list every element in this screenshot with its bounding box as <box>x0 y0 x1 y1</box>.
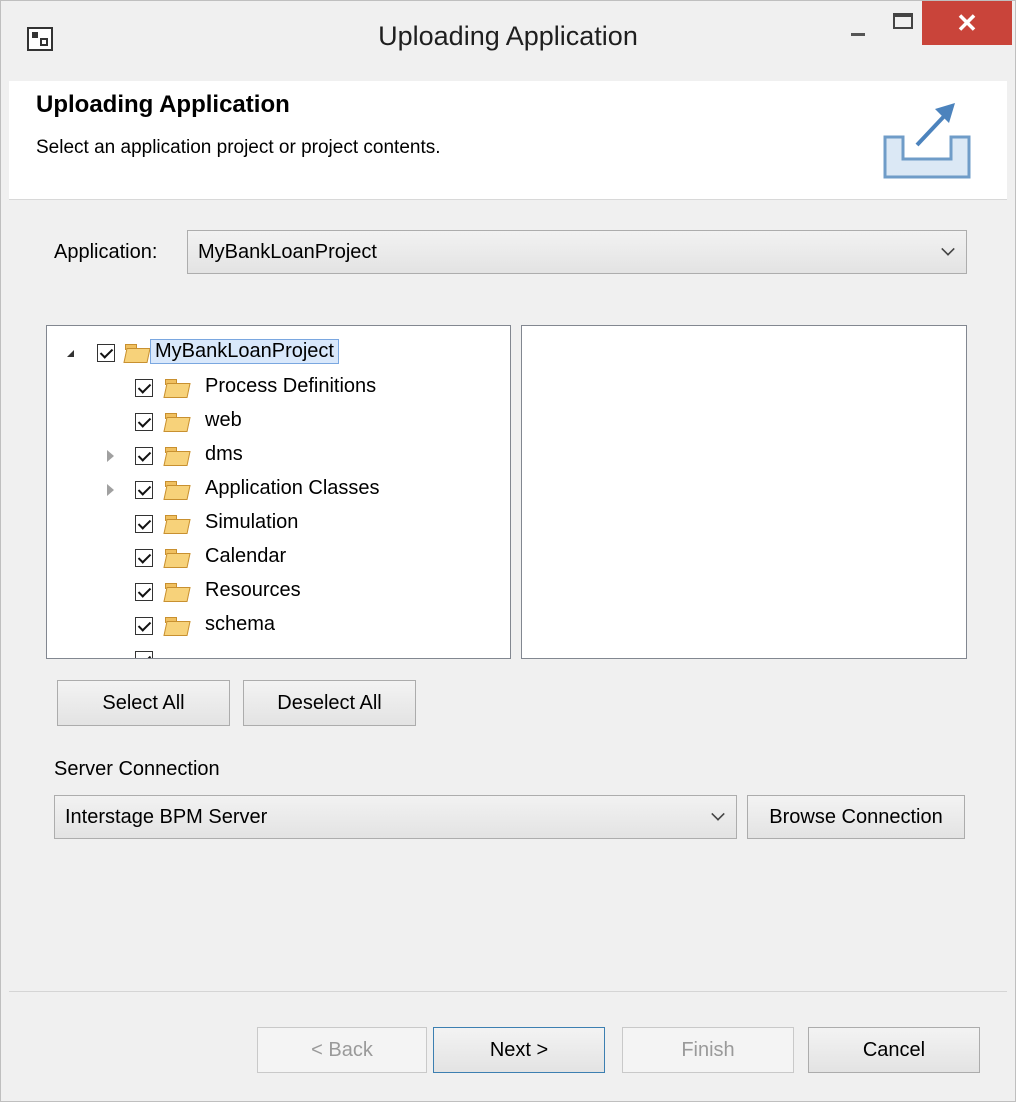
tree-item-checkbox[interactable] <box>135 515 153 533</box>
contents-detail-panel[interactable] <box>521 325 967 659</box>
folder-icon <box>165 617 189 635</box>
select-all-button[interactable]: Select All <box>57 680 230 726</box>
tree-item-row[interactable]: dms <box>47 438 477 472</box>
tree-item-label[interactable]: schema <box>205 613 275 636</box>
folder-icon <box>165 481 189 499</box>
collapse-triangle-icon[interactable] <box>67 350 74 357</box>
tree-item-label[interactable]: Resources <box>205 579 301 602</box>
chevron-down-icon <box>711 807 725 821</box>
tree-item-checkbox[interactable] <box>135 651 153 658</box>
minimize-button[interactable] <box>833 1 883 49</box>
export-icon <box>883 103 971 179</box>
footer-divider <box>9 991 1007 992</box>
back-button[interactable]: < Back <box>257 1027 427 1073</box>
chevron-down-icon <box>941 242 955 256</box>
tree-item-row[interactable]: Calendar <box>47 540 477 574</box>
page-title: Uploading Application <box>36 91 290 118</box>
server-connection-select[interactable]: Interstage BPM Server <box>54 795 737 839</box>
tree-root-checkbox[interactable] <box>97 344 115 362</box>
expand-triangle-icon[interactable] <box>107 484 114 496</box>
title-bar[interactable]: Uploading Application ✕ <box>1 1 1015 81</box>
upload-application-dialog: Uploading Application ✕ Uploading Applic… <box>0 0 1016 1102</box>
browse-connection-button[interactable]: Browse Connection <box>747 795 965 839</box>
tree-item-label[interactable]: Process Definitions <box>205 375 376 398</box>
tree-item-label[interactable]: Simulation <box>205 511 298 534</box>
project-contents-tree[interactable]: MyBankLoanProject Process Definitions we… <box>46 325 511 659</box>
tree-item-row[interactable]: Resources <box>47 574 477 608</box>
server-connection-value: Interstage BPM Server <box>65 806 268 828</box>
tree-item-label[interactable]: web <box>205 409 242 432</box>
tree-item-checkbox[interactable] <box>135 447 153 465</box>
maximize-icon <box>893 13 913 29</box>
tree-item-row[interactable]: Process Definitions <box>47 370 477 404</box>
folder-icon <box>165 447 189 465</box>
server-connection-label: Server Connection <box>54 758 220 780</box>
minimize-icon <box>851 33 865 36</box>
tree-item-label[interactable]: Application Classes <box>205 477 380 500</box>
tree-item-label[interactable]: dms <box>205 443 243 466</box>
folder-icon <box>165 379 189 397</box>
close-icon: ✕ <box>956 8 978 38</box>
folder-icon <box>165 413 189 431</box>
tree-item-checkbox[interactable] <box>135 583 153 601</box>
next-button[interactable]: Next > <box>433 1027 605 1073</box>
tree-item-row-partial[interactable] <box>47 642 477 658</box>
tree-root-row[interactable]: MyBankLoanProject <box>47 336 477 370</box>
tree-item-row[interactable]: schema <box>47 608 477 642</box>
tree-item-checkbox[interactable] <box>135 617 153 635</box>
folder-icon <box>165 549 189 567</box>
tree-item-row[interactable]: web <box>47 404 477 438</box>
tree-item-checkbox[interactable] <box>135 413 153 431</box>
deselect-all-button[interactable]: Deselect All <box>243 680 416 726</box>
page-description: Select an application project or project… <box>36 137 441 158</box>
finish-button[interactable]: Finish <box>622 1027 794 1073</box>
tree-item-row[interactable]: Simulation <box>47 506 477 540</box>
cancel-button[interactable]: Cancel <box>808 1027 980 1073</box>
tree-root-label[interactable]: MyBankLoanProject <box>150 339 339 364</box>
expand-triangle-icon[interactable] <box>107 450 114 462</box>
folder-icon <box>165 583 189 601</box>
tree-item-checkbox[interactable] <box>135 481 153 499</box>
close-button[interactable]: ✕ <box>922 1 1012 45</box>
project-folder-icon <box>125 344 149 362</box>
tree-item-row[interactable]: Application Classes <box>47 472 477 506</box>
application-select-value: MyBankLoanProject <box>198 241 377 263</box>
folder-icon <box>165 515 189 533</box>
maximize-button[interactable] <box>883 1 923 49</box>
tree-item-checkbox[interactable] <box>135 549 153 567</box>
tree-item-checkbox[interactable] <box>135 379 153 397</box>
application-select[interactable]: MyBankLoanProject <box>187 230 967 274</box>
tree-item-label[interactable]: Calendar <box>205 545 286 568</box>
application-label: Application: <box>54 241 158 263</box>
wizard-header: Uploading Application Select an applicat… <box>9 81 1007 200</box>
